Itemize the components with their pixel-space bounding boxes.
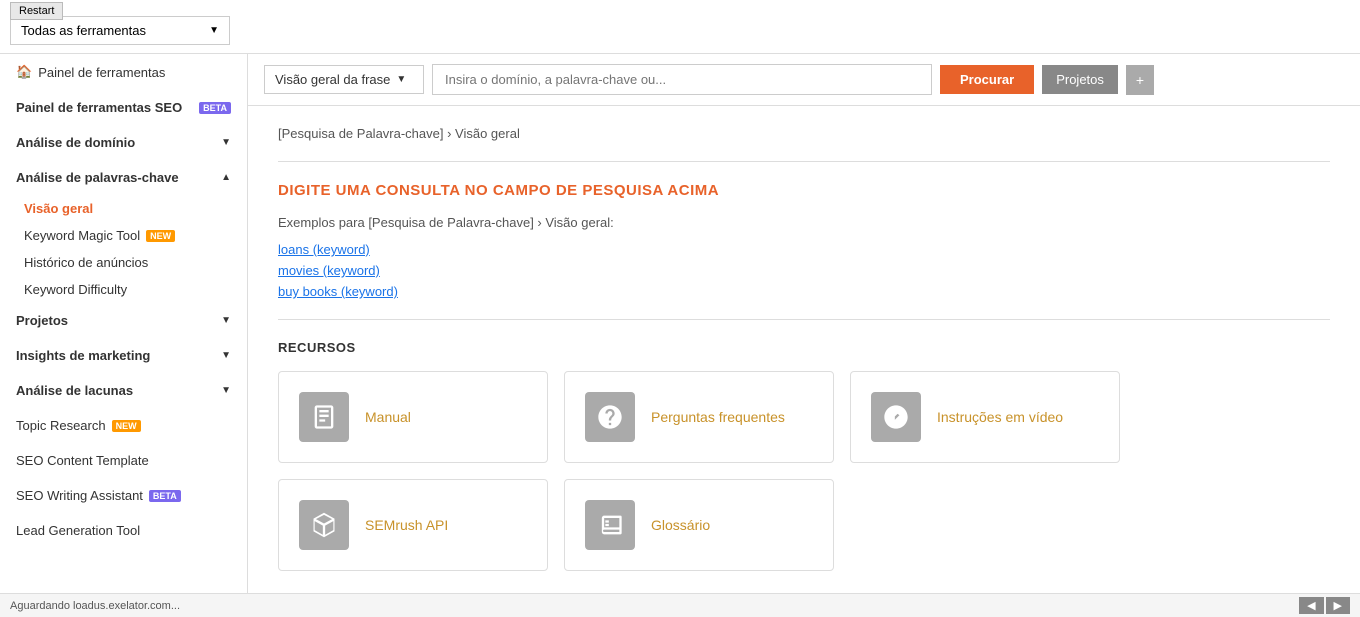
sidebar-item-analise-palavras[interactable]: Análise de palavras-chave ▲ <box>0 160 247 195</box>
sidebar-label-lead-gen: Lead Generation Tool <box>16 523 140 538</box>
home-icon: 🏠 <box>16 64 32 80</box>
sidebar-label-seo-content: SEO Content Template <box>16 453 149 468</box>
main-title: DIGITE UMA CONSULTA NO CAMPO DE PESQUISA… <box>278 182 1330 199</box>
divider-recursos <box>278 319 1330 320</box>
search-bar: Visão geral da frase ▼ Procurar Projetos… <box>248 54 1360 106</box>
sidebar-item-topic-research[interactable]: Topic Research NEW <box>0 408 247 443</box>
resource-card-glossario[interactable]: Glossário <box>564 479 834 571</box>
sidebar-sub-label-historico: Histórico de anúncios <box>24 255 148 270</box>
resource-card-video[interactable]: Instruções em vídeo <box>850 371 1120 463</box>
sidebar-item-projetos[interactable]: Projetos ▼ <box>0 303 247 338</box>
sidebar-sub-visao-geral[interactable]: Visão geral <box>0 195 247 222</box>
sidebar-label-lacunas: Análise de lacunas <box>16 383 133 398</box>
sidebar-label-topic: Topic Research <box>16 418 106 433</box>
nav-back-button[interactable]: ◀ <box>1299 597 1323 614</box>
sidebar-label-seo-writing: SEO Writing Assistant <box>16 488 143 503</box>
sidebar-item-lead-gen[interactable]: Lead Generation Tool <box>0 513 247 548</box>
all-tools-dropdown[interactable]: Todas as ferramentas ▼ <box>10 16 230 45</box>
examples-list: loans (keyword) movies (keyword) buy boo… <box>278 242 1330 299</box>
sidebar-sub-historico[interactable]: Histórico de anúncios <box>0 249 247 276</box>
resource-card-manual[interactable]: Manual <box>278 371 548 463</box>
badge-new-topic: NEW <box>112 420 141 432</box>
chevron-up-icon-palavras: ▲ <box>221 172 231 183</box>
chevron-down-icon-phrase: ▼ <box>396 74 406 85</box>
sidebar-item-painel-seo[interactable]: Painel de ferramentas SEO BETA <box>0 90 247 125</box>
question-icon <box>585 392 635 442</box>
sidebar-sub-label-kd: Keyword Difficulty <box>24 282 127 297</box>
recursos-title: RECURSOS <box>278 340 1330 355</box>
chevron-down-icon-insights: ▼ <box>221 350 231 361</box>
add-project-button[interactable]: + <box>1126 65 1154 95</box>
sidebar-label-projetos: Projetos <box>16 313 68 328</box>
nav-buttons: ◀ ▶ <box>1299 597 1350 614</box>
resources-row-1: Manual Perguntas frequentes Instruções e… <box>278 371 1330 463</box>
example-link-3[interactable]: buy books (keyword) <box>278 284 1330 299</box>
sidebar-item-painel[interactable]: 🏠 Painel de ferramentas <box>0 54 247 90</box>
badge-beta-painel: BETA <box>199 102 231 114</box>
example-link-2[interactable]: movies (keyword) <box>278 263 1330 278</box>
sidebar-item-seo-content[interactable]: SEO Content Template <box>0 443 247 478</box>
all-tools-label: Todas as ferramentas <box>21 23 209 38</box>
chevron-down-icon-lacunas: ▼ <box>221 385 231 396</box>
phrase-dropdown[interactable]: Visão geral da frase ▼ <box>264 65 424 94</box>
search-input[interactable] <box>432 64 932 95</box>
sidebar-label-analise-dominio: Análise de domínio <box>16 135 135 150</box>
resource-label-video: Instruções em vídeo <box>937 409 1063 425</box>
status-text: Aguardando loadus.exelator.com... <box>10 600 180 612</box>
badge-beta-writing: BETA <box>149 490 181 502</box>
box-icon <box>299 500 349 550</box>
resources-row-2: SEMrush API Glossário <box>278 479 1330 571</box>
chevron-down-icon: ▼ <box>209 25 219 36</box>
search-button[interactable]: Procurar <box>940 65 1034 94</box>
sidebar-label-analise-palavras: Análise de palavras-chave <box>16 170 179 185</box>
resource-label-api: SEMrush API <box>365 517 448 533</box>
sidebar-sub-label-keyword-magic: Keyword Magic Tool <box>24 228 140 243</box>
examples-intro: Exemplos para [Pesquisa de Palavra-chave… <box>278 215 1330 230</box>
book-open-icon <box>585 500 635 550</box>
resource-label-glossario: Glossário <box>651 517 710 533</box>
sidebar-sub-keyword-magic[interactable]: Keyword Magic Tool NEW <box>0 222 247 249</box>
badge-new-keyword: NEW <box>146 230 175 242</box>
sidebar-label-painel-seo: Painel de ferramentas SEO <box>16 100 182 115</box>
breadcrumb: [Pesquisa de Palavra-chave] › Visão gera… <box>278 126 1330 141</box>
video-icon <box>871 392 921 442</box>
chevron-down-icon-dominio: ▼ <box>221 137 231 148</box>
resource-label-manual: Manual <box>365 409 411 425</box>
example-link-1[interactable]: loans (keyword) <box>278 242 1330 257</box>
projects-button[interactable]: Projetos <box>1042 65 1118 94</box>
sidebar-item-analise-dominio[interactable]: Análise de domínio ▼ <box>0 125 247 160</box>
sidebar-item-insights[interactable]: Insights de marketing ▼ <box>0 338 247 373</box>
phrase-dropdown-label: Visão geral da frase <box>275 72 390 87</box>
divider-top <box>278 161 1330 162</box>
nav-forward-button[interactable]: ▶ <box>1326 597 1350 614</box>
chevron-down-icon-projetos: ▼ <box>221 315 231 326</box>
book-icon <box>299 392 349 442</box>
status-bar: Aguardando loadus.exelator.com... ◀ ▶ <box>0 593 1360 617</box>
resource-card-api[interactable]: SEMrush API <box>278 479 548 571</box>
sidebar-item-seo-writing[interactable]: SEO Writing Assistant BETA <box>0 478 247 513</box>
resource-label-faq: Perguntas frequentes <box>651 409 785 425</box>
sidebar-sub-keyword-difficulty[interactable]: Keyword Difficulty <box>0 276 247 303</box>
sidebar-label-insights: Insights de marketing <box>16 348 150 363</box>
resource-card-faq[interactable]: Perguntas frequentes <box>564 371 834 463</box>
sidebar-item-lacunas[interactable]: Análise de lacunas ▼ <box>0 373 247 408</box>
sidebar-label-painel: Painel de ferramentas <box>38 65 165 80</box>
restart-button[interactable]: Restart <box>10 2 63 20</box>
sidebar-sub-label-visao: Visão geral <box>24 201 93 216</box>
